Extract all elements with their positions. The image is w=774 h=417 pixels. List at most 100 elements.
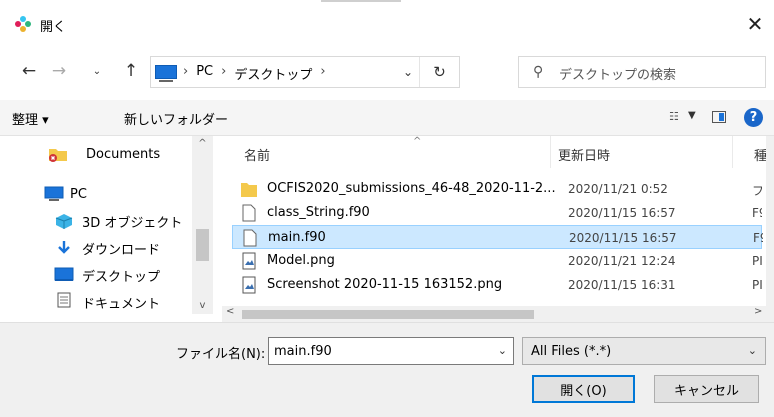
address-bar[interactable]: › PC › デスクトップ › ⌄ ↻ [150,56,460,88]
scroll-right-icon[interactable]: > [754,306,762,317]
title-bar: 開く ✕ [0,6,774,44]
column-divider[interactable] [732,136,733,168]
filename-value: main.f90 [274,344,332,359]
filename-label: ファイル名(N): [176,347,266,362]
breadcrumb-desktop[interactable]: デスクトップ [234,64,312,83]
chevron-down-icon[interactable]: ▼ [688,110,696,121]
file-date: 2020/11/15 16:57 [568,206,676,220]
nav-item-label: ダウンロード [82,243,161,258]
file-type-filter-select[interactable]: All Files (*.*) ⌄ [522,337,766,365]
chevron-down-icon: ⌄ [747,344,757,357]
chevron-right-icon: › [320,64,326,79]
file-name: main.f90 [268,230,326,245]
file-type: F9 [753,231,763,245]
window-title: 開く [40,20,67,35]
nav-item-3d-objects[interactable]: 3D オブジェクト [0,208,192,235]
documents-folder-icon [49,149,67,162]
nav-scroll-thumb[interactable] [196,229,209,261]
column-divider[interactable] [550,136,551,168]
file-type: F9 [752,206,762,220]
chevron-down-icon[interactable]: ⌄ [403,65,413,79]
address-row: ← → ⌄ ↑ › PC › デスクトップ › ⌄ ↻ ⚲ デスクトップの検索 [0,44,774,100]
desktop-icon [54,267,74,281]
file-name: Screenshot 2020-11-15 163152.png [267,277,503,292]
file-date: 2020/11/21 0:52 [568,182,668,196]
search-icon: ⚲ [533,64,544,80]
file-row[interactable]: class_String.f90 2020/11/15 16:57 F9 [232,201,762,225]
folder-icon [241,183,257,197]
file-type: PI [752,254,762,268]
file-row[interactable]: Model.png 2020/11/21 12:24 PI [232,249,762,273]
app-icon [15,16,31,32]
dialog-footer: ファイル名(N): main.f90 ⌄ All Files (*.*) ⌄ 開… [0,322,774,417]
column-headers: ^ 名前 更新日時 種 [222,136,774,168]
nav-item-label: デスクトップ [82,270,161,285]
sort-ascending-icon: ^ [413,136,422,147]
column-header-name[interactable]: 名前 [244,145,270,164]
refresh-icon[interactable]: ↻ [419,57,459,87]
close-icon[interactable]: ✕ [738,9,772,39]
chevron-right-icon: › [221,64,227,79]
file-list: ^ 名前 更新日時 種 OCFIS2020_submissions_46-48_… [222,136,774,314]
3d-objects-icon [55,214,73,229]
file-name: OCFIS2020_submissions_46-48_2020-11-2... [267,181,556,196]
help-icon[interactable]: ? [744,108,763,127]
open-button[interactable]: 開く(O) [532,375,635,403]
scroll-up-icon[interactable]: ^ [192,138,213,149]
nav-item-document[interactable]: ドキュメント [0,289,192,316]
file-type: フ [752,184,762,198]
nav-item-label: PC [70,187,87,202]
file-name: Model.png [267,253,335,268]
nav-item-desktop[interactable]: デスクトップ [0,262,192,289]
nav-item-downloads[interactable]: ダウンロード [0,235,192,262]
breadcrumb-pc[interactable]: PC [196,64,213,83]
horizontal-scroll-thumb[interactable] [242,310,534,319]
chevron-down-icon[interactable]: ⌄ [498,344,507,357]
nav-item-pc[interactable]: PC [0,181,192,208]
chevron-right-icon: › [183,64,189,79]
file-row-selected[interactable]: main.f90 2020/11/15 16:57 F9 [232,225,763,249]
download-icon [58,241,70,254]
view-options-icon[interactable]: ☷ [669,110,679,123]
file-list-horizontal-scrollbar[interactable]: < > [222,306,774,322]
image-file-icon [242,276,256,294]
toolbar: 整理 ▾ 新しいフォルダー ☷ ▼ ? [0,100,774,136]
filename-field[interactable]: main.f90 ⌄ [268,337,514,365]
document-icon [57,292,71,308]
new-folder-button[interactable]: 新しいフォルダー [124,109,228,128]
file-type: PI [752,278,762,292]
file-date: 2020/11/15 16:31 [568,278,676,292]
file-row[interactable]: OCFIS2020_submissions_46-48_2020-11-2...… [232,177,762,201]
file-icon [242,204,256,222]
pc-icon [155,65,177,82]
nav-item-label: 3D オブジェクト [82,216,183,231]
cancel-button[interactable]: キャンセル [654,375,759,403]
file-type-filter-value: All Files (*.*) [531,344,612,359]
back-arrow-icon[interactable]: ← [16,58,42,84]
search-input[interactable]: ⚲ デスクトップの検索 [518,56,766,88]
file-row[interactable]: Screenshot 2020-11-15 163152.png 2020/11… [232,273,762,297]
breadcrumb: › PC › デスクトップ › [183,64,326,83]
nav-item-label: ドキュメント [82,297,161,312]
preview-pane-icon[interactable] [712,111,726,123]
organize-button[interactable]: 整理 ▾ [12,109,49,128]
recent-locations-chevron-icon[interactable]: ⌄ [84,58,110,84]
file-date: 2020/11/15 16:57 [569,231,677,245]
file-list-vertical-scrollbar[interactable] [766,136,774,306]
nav-item-documents[interactable]: Documents [0,141,192,168]
navigation-pane: Documents PC 3D オブジェクト ダウンロード デスクトップ ドキュ… [0,136,213,314]
nav-item-label: Documents [86,147,161,162]
file-icon [243,229,257,247]
column-header-date[interactable]: 更新日時 [558,145,610,164]
forward-arrow-icon[interactable]: → [46,58,72,84]
image-file-icon [242,252,256,270]
nav-scrollbar[interactable]: ^ v [192,136,213,314]
search-placeholder: デスクトップの検索 [559,68,677,83]
up-arrow-icon[interactable]: ↑ [118,58,144,84]
pc-icon [44,186,64,201]
top-tab-indicator [321,0,401,2]
scroll-left-icon[interactable]: < [226,306,234,317]
file-name: class_String.f90 [267,205,370,220]
scroll-down-icon[interactable]: v [192,300,213,311]
file-date: 2020/11/21 12:24 [568,254,676,268]
